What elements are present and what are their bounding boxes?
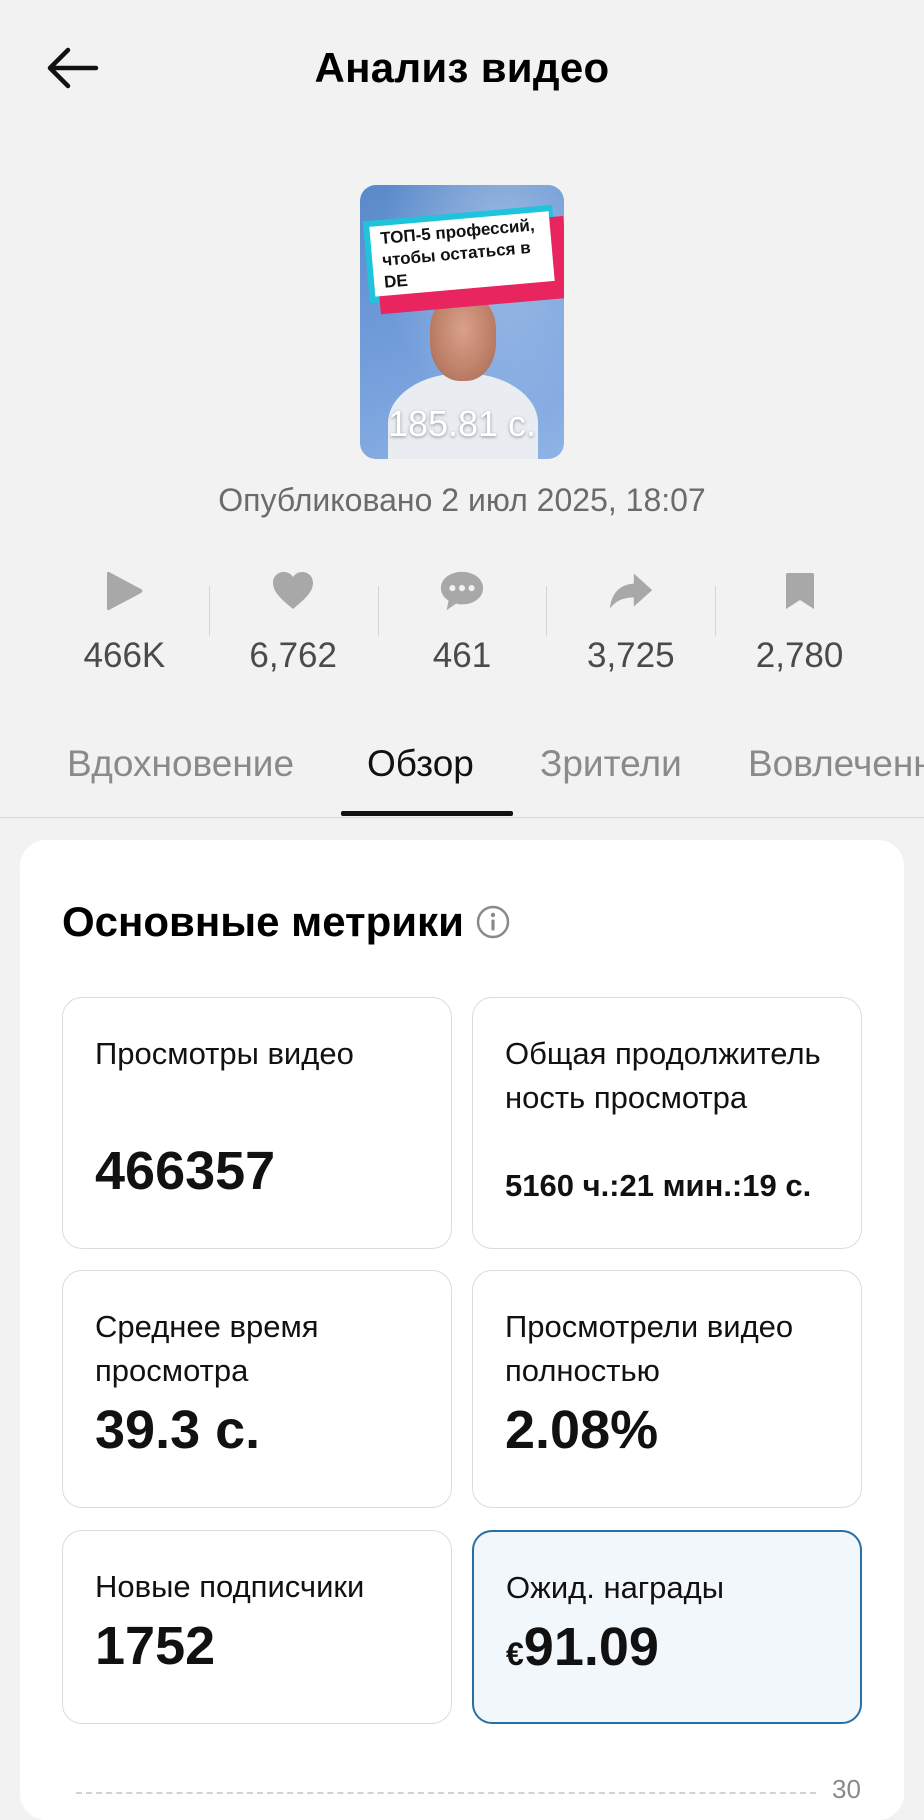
- info-icon[interactable]: [476, 905, 510, 939]
- stat-value: 461: [432, 636, 492, 675]
- thumbnail-text-overlay: ТОП-5 профессий, чтобы остаться в DE: [362, 204, 564, 315]
- key-metrics-card: Основные метрики Просмотры видео 466357 …: [20, 840, 904, 1820]
- metric-video-views[interactable]: Просмотры видео 466357: [62, 997, 452, 1249]
- stat-likes: 6,762: [208, 560, 378, 680]
- metric-value: 466357: [95, 1141, 276, 1201]
- metric-label: Ожид. награды: [506, 1570, 724, 1605]
- metric-label: Среднее время просмотра: [95, 1309, 319, 1388]
- stat-value: 2,780: [755, 636, 844, 675]
- chart-tick-label: 30: [832, 1774, 861, 1804]
- page-title: Анализ видео: [314, 44, 610, 91]
- tab-bar: Вдохновение Обзор Зрители Вовлеченность: [0, 725, 924, 818]
- metric-value-amount: 91.09: [523, 1617, 659, 1677]
- video-stats: 466K 6,762 461 3,725 2,780: [40, 560, 884, 680]
- stat-value: 6,762: [249, 636, 337, 675]
- metric-label: Просмотрели видео полностью: [505, 1309, 794, 1388]
- stat-shares: 3,725: [546, 560, 715, 680]
- video-duration: 185.81 с.: [387, 403, 537, 444]
- metric-value: 39.3 с.: [95, 1400, 261, 1460]
- metric-value: 2.08%: [505, 1400, 659, 1460]
- tab-engagement[interactable]: Вовлеченность: [748, 743, 924, 785]
- metric-estimated-rewards[interactable]: Ожид. награды €91.09: [472, 1530, 862, 1724]
- tab-overview[interactable]: Обзор: [367, 743, 474, 785]
- play-icon: [101, 568, 147, 614]
- metric-avg-watch-time[interactable]: Среднее время просмотра 39.3 с.: [62, 1270, 452, 1508]
- metric-label: Просмотры видео: [95, 1036, 354, 1071]
- comment-icon: [439, 568, 485, 614]
- published-date: Опубликовано 2 июл 2025, 18:07: [218, 482, 706, 518]
- tab-inspiration[interactable]: Вдохновение: [67, 743, 294, 785]
- metric-label: Общая продолжительность просмотра: [505, 1036, 821, 1115]
- metric-value: 5160 ч.:21 мин.:19 с.: [505, 1168, 812, 1203]
- heart-icon: [270, 568, 316, 614]
- video-thumbnail[interactable]: ТОП-5 профессий, чтобы остаться в DE 185…: [360, 185, 564, 459]
- metric-value: 1752: [95, 1616, 216, 1676]
- bookmark-icon: [777, 568, 823, 614]
- stat-comments: 461: [377, 560, 547, 680]
- currency-symbol: €: [506, 1636, 524, 1672]
- stat-saves: 2,780: [715, 560, 884, 680]
- metric-total-watch-time[interactable]: Общая продолжительность просмотра 5160 ч…: [472, 997, 862, 1249]
- metric-value: €91.09: [506, 1616, 659, 1678]
- chart-gridline: [76, 1792, 816, 1794]
- stat-value: 3,725: [586, 636, 675, 675]
- tab-viewers[interactable]: Зрители: [540, 743, 682, 785]
- active-tab-indicator: [341, 811, 513, 816]
- metric-label: Новые подписчики: [95, 1569, 365, 1604]
- header: Анализ видео: [0, 0, 924, 140]
- share-icon: [608, 568, 654, 614]
- metric-new-followers[interactable]: Новые подписчики 1752: [62, 1530, 452, 1724]
- stat-views: 466K: [40, 560, 209, 680]
- stat-value: 466K: [83, 636, 166, 675]
- section-title-text: Основные метрики: [62, 898, 464, 945]
- metric-watched-full[interactable]: Просмотрели видео полностью 2.08%: [472, 1270, 862, 1508]
- section-title: Основные метрики: [62, 898, 510, 946]
